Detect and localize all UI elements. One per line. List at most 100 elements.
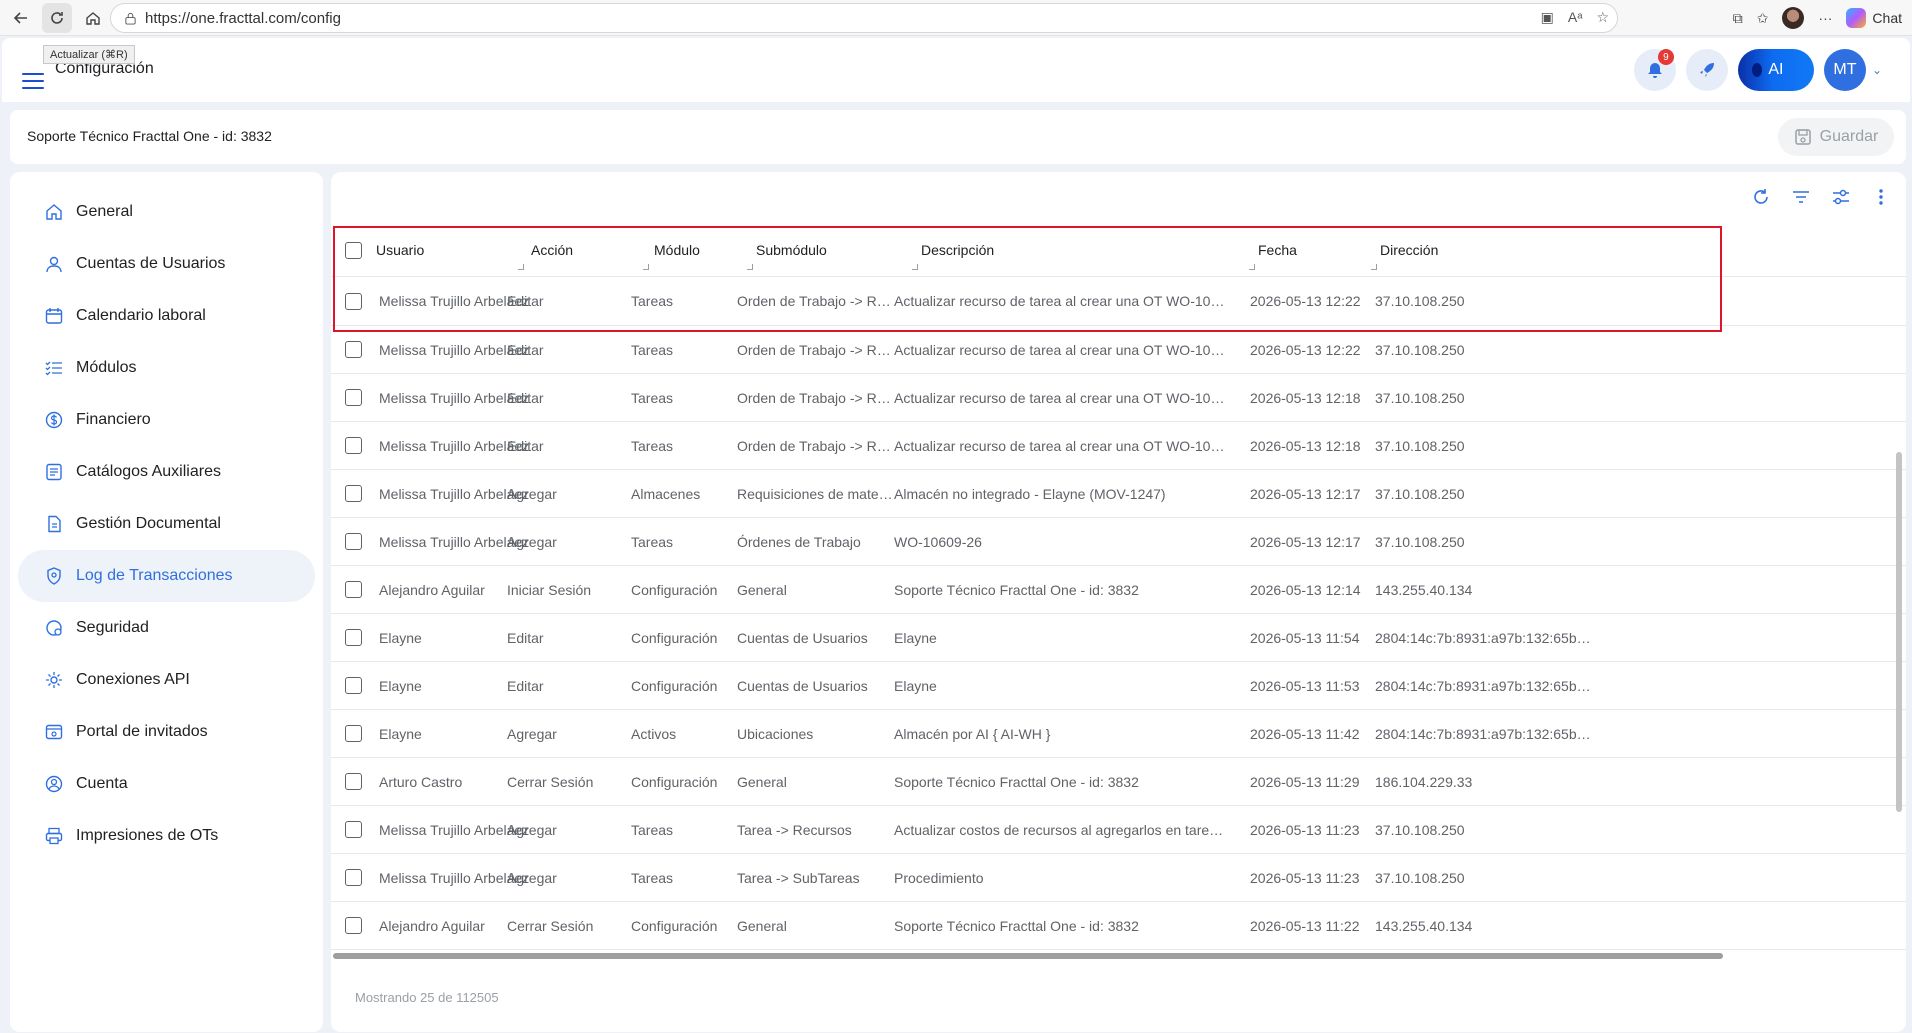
refresh-icon[interactable] [42, 2, 72, 33]
column-header-3[interactable]: Submódulo [756, 224, 827, 276]
sidebar-item-impresiones-de-ots[interactable]: Impresiones de OTs [18, 810, 315, 862]
more-icon[interactable]: ··· [1818, 10, 1832, 26]
row-checkbox[interactable] [345, 773, 362, 790]
column-header-5[interactable]: Fecha [1258, 224, 1297, 276]
row-checkbox[interactable] [345, 725, 362, 742]
column-header-0[interactable]: Usuario [376, 224, 424, 276]
column-resize-handle[interactable] [643, 264, 649, 270]
row-checkbox[interactable] [345, 821, 362, 838]
cell-accion: Agregar [507, 485, 557, 502]
column-header-4[interactable]: Descripción [921, 224, 994, 276]
row-checkbox[interactable] [345, 389, 362, 406]
user-avatar[interactable]: MT [1823, 49, 1866, 91]
select-all-checkbox[interactable] [345, 242, 362, 259]
column-header-2[interactable]: Módulo [654, 224, 700, 276]
column-resize-handle[interactable] [1371, 264, 1377, 270]
row-checkbox[interactable] [345, 485, 362, 502]
sidebar-item-financiero[interactable]: Financiero [18, 394, 315, 446]
home-browser-icon[interactable] [78, 3, 108, 33]
cell-direccion: 2804:14c:7b:8931:a97b:132:65be:fdd0 [1375, 677, 1595, 694]
table-row[interactable]: Elayne Editar Configuración Cuentas de Usua… [331, 662, 1906, 710]
table-row[interactable]: Melissa Trujillo Arbeláez Agregar Almacene… [331, 470, 1906, 518]
cell-accion: Editar [507, 677, 544, 694]
sidebar-item-label: Cuentas de Usuarios [76, 255, 226, 272]
read-aloud-icon[interactable]: Aᵃ [1568, 9, 1583, 26]
sidebar-item-modulos[interactable]: Módulos [18, 342, 315, 394]
transactions-table: Usuario Acción Módulo Submódulo Descripción F… [331, 224, 1906, 950]
table-row[interactable]: Elayne Agregar Activos Ubicaciones Almacén p… [331, 710, 1906, 758]
column-header-6[interactable]: Dirección [1380, 224, 1438, 276]
site-info-icon[interactable] [123, 11, 137, 25]
table-row[interactable]: Arturo Castro Cerrar Sesión Configuración G… [331, 758, 1906, 806]
sidebar-item-cuentas-de-usuarios[interactable]: Cuentas de Usuarios [18, 238, 315, 290]
table-row[interactable]: Melissa Trujillo Arbeláez Editar Tareas Ord… [331, 374, 1906, 422]
favorites-icon[interactable]: ✩ [1757, 10, 1769, 27]
column-resize-handle[interactable] [912, 264, 918, 270]
filter-icon[interactable] [1790, 186, 1812, 208]
cell-submodulo: General [737, 773, 787, 790]
back-icon[interactable] [6, 3, 36, 33]
save-button[interactable]: Guardar [1778, 118, 1894, 156]
sidebar-item-catalogos-auxiliares[interactable]: Catálogos Auxiliares [18, 446, 315, 498]
ai-button[interactable]: AI [1737, 49, 1814, 91]
cell-accion: Agregar [507, 725, 557, 742]
cell-direccion: 37.10.108.250 [1375, 341, 1465, 358]
sidebar-item-cuenta[interactable]: Cuenta [18, 758, 315, 810]
cell-modulo: Configuración [631, 917, 718, 934]
row-checkbox[interactable] [345, 437, 362, 454]
cell-accion: Cerrar Sesión [507, 917, 594, 934]
menu-icon[interactable] [22, 73, 44, 89]
split-screen-icon[interactable]: ▣ [1541, 9, 1554, 26]
cell-submodulo: Requisiciones de material [737, 485, 893, 502]
url-text[interactable]: https://one.fracttal.com/config [145, 10, 341, 27]
row-checkbox[interactable] [345, 677, 362, 694]
chevron-down-icon[interactable]: ⌄ [1872, 63, 1882, 77]
favorite-star-icon[interactable]: ☆ [1596, 9, 1609, 26]
cell-fecha: 2026-05-13 12:17 [1250, 533, 1361, 550]
sidebar-item-portal-de-invitados[interactable]: Portal de invitados [18, 706, 315, 758]
cell-submodulo: Orden de Trabajo -> Recursos [737, 341, 893, 358]
more-vert-icon[interactable] [1870, 186, 1892, 208]
sidebar-item-gestion-documental[interactable]: Gestión Documental [18, 498, 315, 550]
address-bar[interactable]: https://one.fracttal.com/config ▣ Aᵃ ☆ [110, 3, 1618, 33]
cell-descripcion: Soporte Técnico Fracttal One - id: 3832 [894, 581, 1139, 598]
table-row[interactable]: Melissa Trujillo Arbeláez Agregar Tareas Ór… [331, 518, 1906, 566]
table-row[interactable]: Alejandro Aguilar Iniciar Sesión Configura… [331, 566, 1906, 614]
row-checkbox[interactable] [345, 581, 362, 598]
settings-sidebar: General Cuentas de Usuarios Calendario lab… [10, 172, 323, 1032]
company-bar: Soporte Técnico Fracttal One - id: 3832 … [10, 110, 1906, 164]
sidebar-item-general[interactable]: General [18, 186, 315, 238]
row-checkbox[interactable] [345, 292, 362, 310]
row-checkbox[interactable] [345, 917, 362, 934]
column-header-1[interactable]: Acción [531, 224, 573, 276]
table-row[interactable]: Melissa Trujillo Arbeláez Agregar Tareas Ta… [331, 806, 1906, 854]
table-row[interactable]: Melissa Trujillo Arbeláez Agregar Tareas Ta… [331, 854, 1906, 902]
row-checkbox[interactable] [345, 533, 362, 550]
sidebar-item-seguridad[interactable]: Seguridad [18, 602, 315, 654]
table-row[interactable]: Melissa Trujillo Arbeláez Editar Tareas Ord… [331, 277, 1906, 326]
vertical-scrollbar[interactable] [1896, 452, 1902, 812]
row-checkbox[interactable] [345, 341, 362, 358]
extensions-icon[interactable]: ⧉ [1733, 10, 1743, 27]
notifications-button[interactable]: 9 [1633, 49, 1676, 91]
column-resize-handle[interactable] [518, 264, 524, 270]
table-row[interactable]: Melissa Trujillo Arbeláez Editar Tareas Ord… [331, 326, 1906, 374]
column-resize-handle[interactable] [747, 264, 753, 270]
row-checkbox[interactable] [345, 629, 362, 646]
table-row[interactable]: Melissa Trujillo Arbeláez Editar Tareas Ord… [331, 422, 1906, 470]
sidebar-item-log-de-transacciones[interactable]: Log de Transacciones [18, 550, 315, 602]
table-row[interactable]: Alejandro Aguilar Cerrar Sesión Configurac… [331, 902, 1906, 950]
column-settings-icon[interactable] [1830, 186, 1852, 208]
cell-modulo: Tareas [631, 293, 674, 309]
sidebar-item-conexiones-api[interactable]: Conexiones API [18, 654, 315, 706]
horizontal-scrollbar[interactable] [333, 953, 1723, 959]
table-row[interactable]: Elayne Editar Configuración Cuentas de Usua… [331, 614, 1906, 662]
browser-profile-avatar[interactable] [1782, 7, 1805, 29]
sidebar-item-calendario-laboral[interactable]: Calendario laboral [18, 290, 315, 342]
row-checkbox[interactable] [345, 869, 362, 886]
column-resize-handle[interactable] [1249, 264, 1255, 270]
horizontal-scrollbar-track [331, 952, 1906, 960]
rocket-button[interactable] [1685, 49, 1728, 91]
reload-icon[interactable] [1750, 186, 1772, 208]
copilot-chat-button[interactable]: Chat [1846, 8, 1902, 28]
